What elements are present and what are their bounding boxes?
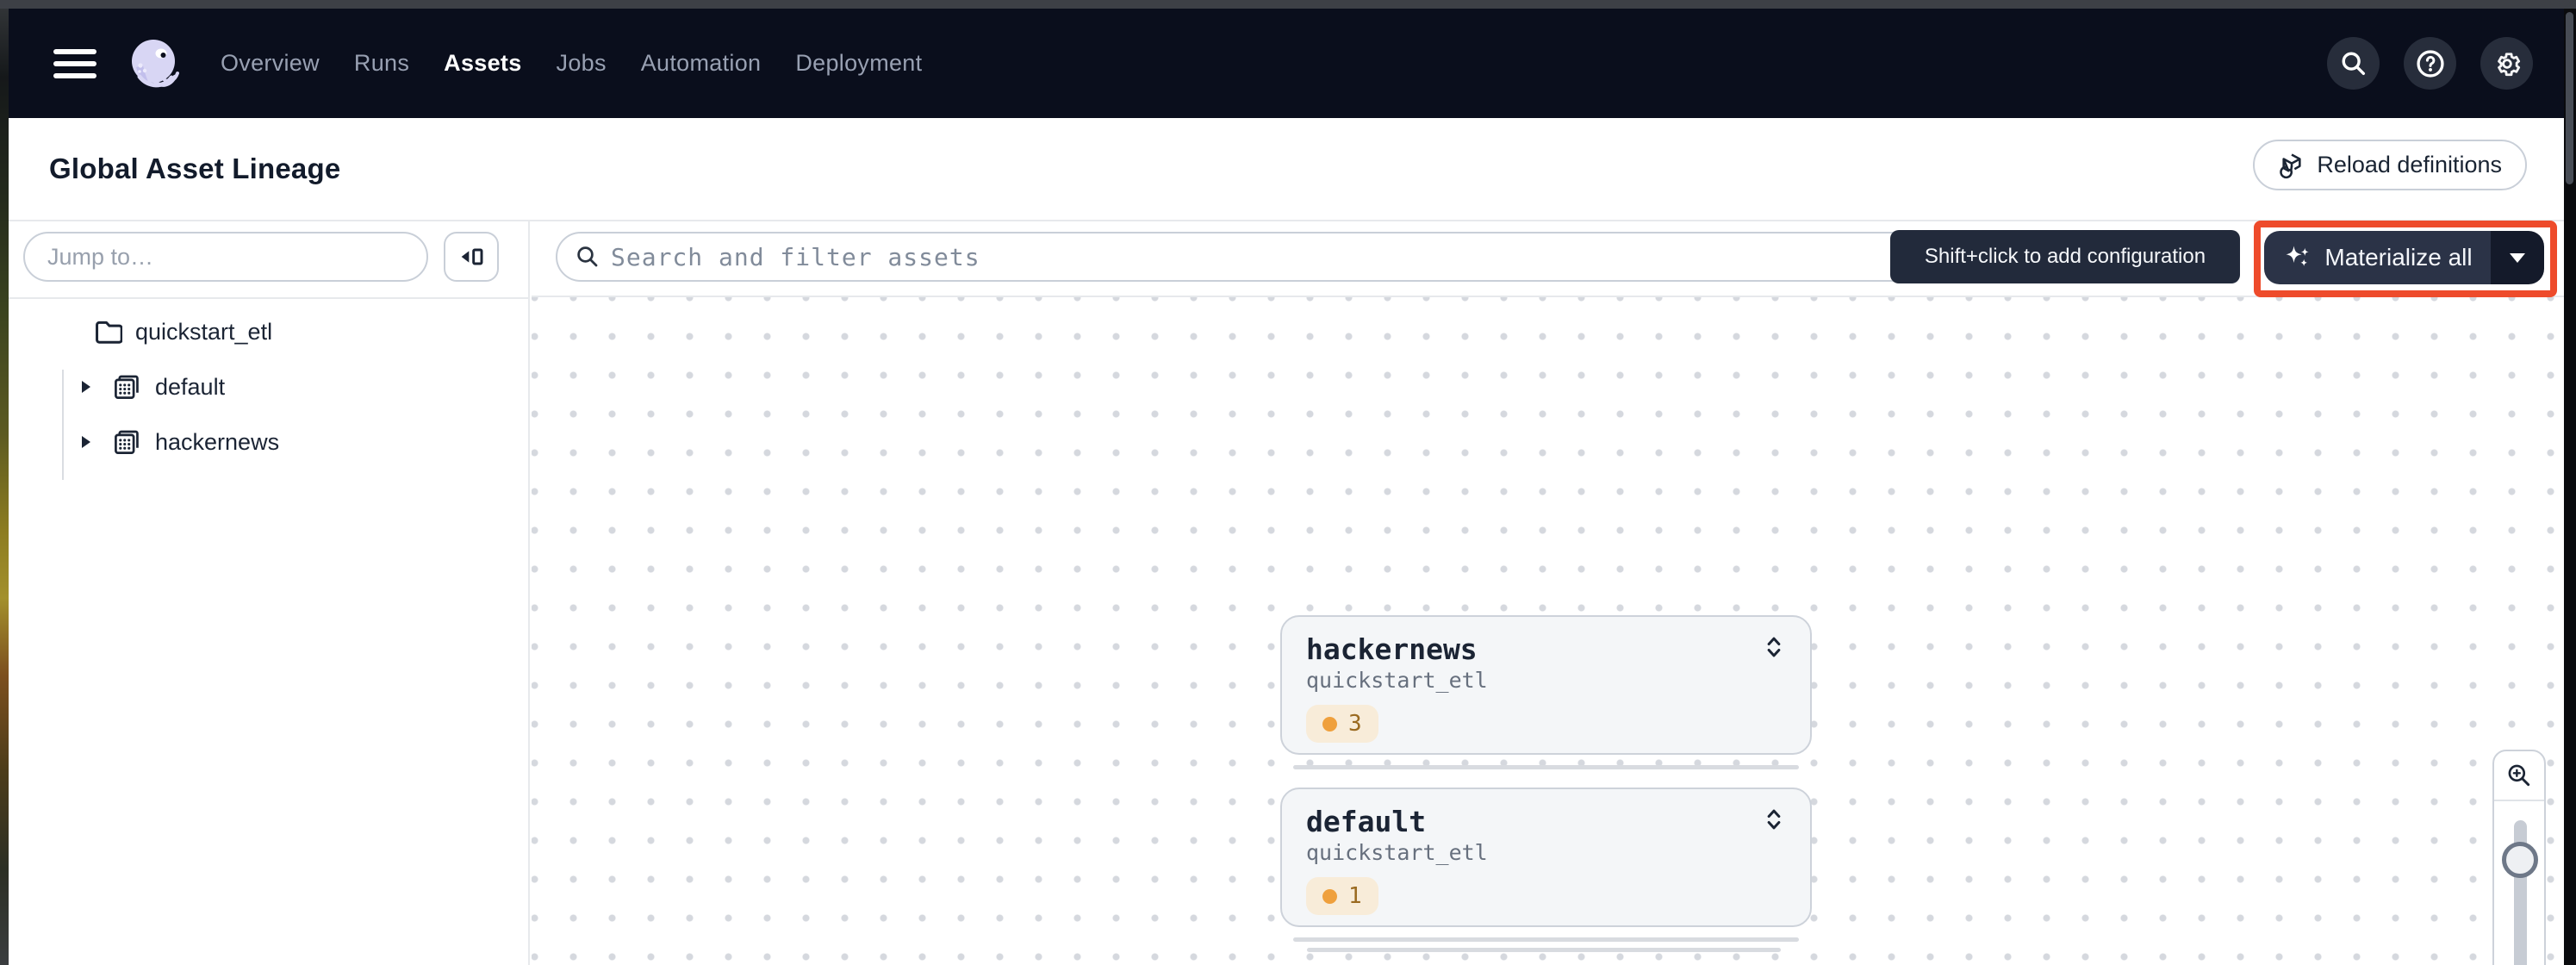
window-top-edge bbox=[0, 0, 2576, 9]
search-icon bbox=[2339, 49, 2368, 78]
reload-cube-icon bbox=[2278, 152, 2305, 179]
help-icon bbox=[2415, 48, 2446, 79]
lineage-canvas[interactable]: hackernews quickstart_etl 3 default bbox=[532, 297, 2564, 965]
dagster-app: Overview Runs Assets Jobs Automation Dep… bbox=[0, 0, 2576, 965]
sidebar-divider bbox=[9, 297, 528, 299]
materialize-split-button: Materialize all bbox=[2264, 231, 2544, 284]
expand-collapse-icon[interactable] bbox=[1762, 805, 1786, 834]
gear-icon bbox=[2492, 48, 2523, 79]
desktop-wallpaper-edge bbox=[0, 0, 9, 965]
folder-icon bbox=[94, 319, 122, 345]
hamburger-menu-icon[interactable] bbox=[53, 49, 96, 78]
materialize-all-label: Materialize all bbox=[2324, 244, 2472, 271]
nav-item-assets[interactable]: Assets bbox=[444, 50, 521, 77]
expand-collapse-icon[interactable] bbox=[1762, 632, 1786, 662]
page-title: Global Asset Lineage bbox=[49, 153, 340, 185]
lineage-toolbar: Shift+click to add configuration Materia… bbox=[532, 221, 2564, 297]
asset-count: 1 bbox=[1348, 883, 1362, 909]
materialize-tooltip: Shift+click to add configuration bbox=[1890, 230, 2240, 283]
status-dot-icon bbox=[1322, 889, 1337, 904]
materialize-all-button[interactable]: Materialize all bbox=[2264, 231, 2491, 284]
asset-tree-sidebar: quickstart_etl default bbox=[9, 221, 530, 965]
sparkles-icon bbox=[2282, 242, 2313, 273]
group-node-hackernews[interactable]: hackernews quickstart_etl 3 bbox=[1280, 615, 1812, 755]
help-button[interactable] bbox=[2404, 37, 2456, 90]
dagster-logo-icon[interactable] bbox=[128, 36, 183, 91]
group-node-title: default bbox=[1306, 805, 1426, 838]
group-node-subtitle: quickstart_etl bbox=[1306, 840, 1786, 865]
nav-actions bbox=[2327, 37, 2533, 90]
tree-item-label: quickstart_etl bbox=[135, 319, 272, 346]
collapse-panel-button[interactable] bbox=[444, 232, 499, 282]
tree-item-code-location[interactable]: quickstart_etl bbox=[94, 310, 272, 353]
node-stack-line bbox=[1293, 937, 1799, 942]
asset-count-badge: 1 bbox=[1306, 877, 1378, 915]
jump-to-input[interactable] bbox=[23, 232, 428, 282]
tree-item-label: hackernews bbox=[155, 429, 279, 456]
magnifier-plus-icon bbox=[2505, 762, 2533, 789]
reload-definitions-label: Reload definitions bbox=[2317, 152, 2502, 178]
nav-item-automation[interactable]: Automation bbox=[641, 50, 762, 77]
browser-scrollbar[interactable] bbox=[2564, 9, 2576, 965]
materialize-dropdown-button[interactable] bbox=[2491, 231, 2544, 284]
asset-group-icon bbox=[111, 371, 142, 402]
page-header: Global Asset Lineage Reload definitions bbox=[9, 118, 2564, 221]
reload-definitions-button[interactable]: Reload definitions bbox=[2253, 140, 2527, 190]
caret-right-icon[interactable] bbox=[82, 436, 90, 448]
group-node-subtitle: quickstart_etl bbox=[1306, 668, 1786, 693]
collapse-panel-icon bbox=[457, 243, 485, 271]
asset-count-badge: 3 bbox=[1306, 705, 1378, 743]
tree-item-group-hackernews[interactable]: hackernews bbox=[82, 420, 279, 464]
tree-indent-guide bbox=[62, 370, 64, 480]
zoom-control-panel bbox=[2492, 750, 2546, 965]
nav-item-overview[interactable]: Overview bbox=[221, 50, 320, 77]
tooltip-text: Shift+click to add configuration bbox=[1925, 245, 2206, 269]
nav-item-runs[interactable]: Runs bbox=[354, 50, 409, 77]
zoom-slider-handle[interactable] bbox=[2502, 842, 2538, 878]
nav-menu: Overview Runs Assets Jobs Automation Dep… bbox=[221, 50, 922, 77]
asset-group-icon bbox=[111, 426, 142, 458]
search-icon bbox=[575, 244, 600, 270]
top-nav-bar: Overview Runs Assets Jobs Automation Dep… bbox=[9, 9, 2564, 118]
node-stack-line bbox=[1307, 948, 1781, 952]
group-node-title: hackernews bbox=[1306, 632, 1478, 666]
scrollbar-thumb[interactable] bbox=[2566, 12, 2573, 184]
status-dot-icon bbox=[1322, 717, 1337, 732]
group-node-default[interactable]: default quickstart_etl 1 bbox=[1280, 788, 1812, 927]
nav-item-deployment[interactable]: Deployment bbox=[795, 50, 922, 77]
search-button[interactable] bbox=[2327, 37, 2380, 90]
node-stack-line bbox=[1293, 765, 1799, 769]
caret-down-icon bbox=[2510, 253, 2525, 263]
caret-right-icon[interactable] bbox=[82, 381, 90, 393]
zoom-to-fit-button[interactable] bbox=[2494, 751, 2544, 801]
tree-item-group-default[interactable]: default bbox=[82, 365, 225, 408]
tree-item-label: default bbox=[155, 374, 225, 401]
nav-item-jobs[interactable]: Jobs bbox=[557, 50, 607, 77]
asset-count: 3 bbox=[1348, 711, 1362, 737]
settings-button[interactable] bbox=[2480, 37, 2533, 90]
